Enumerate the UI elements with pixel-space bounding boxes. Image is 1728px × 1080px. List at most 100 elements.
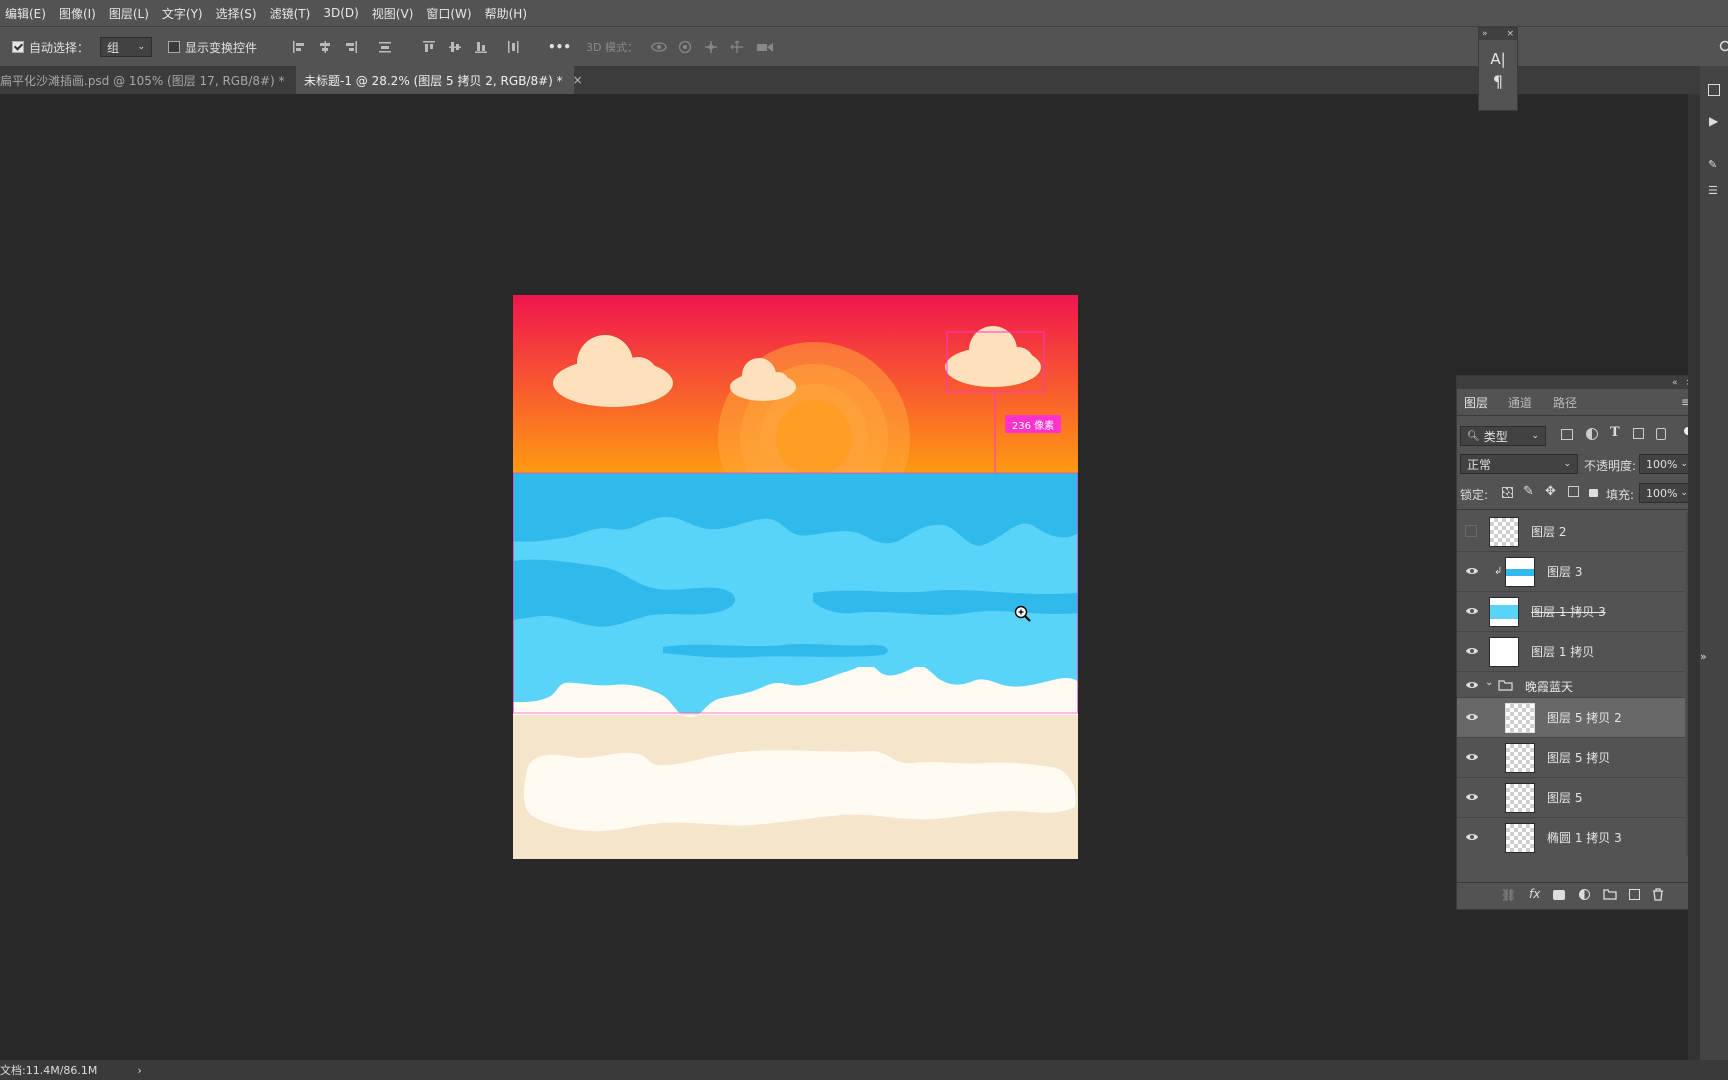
brush-settings-icon[interactable]: ✎ [1708, 158, 1717, 171]
filter-pixel-icon[interactable] [1561, 429, 1573, 440]
align-center-h-icon[interactable] [318, 40, 332, 54]
lock-transparent-icon[interactable] [1502, 487, 1513, 498]
align-right-icon[interactable] [344, 40, 358, 54]
filter-adjustment-icon[interactable] [1586, 428, 1598, 440]
tab-title: 扁平化沙滩插画.psd @ 105% (图层 17, RGB/8#) * [0, 73, 285, 88]
layer-thumbnail [1489, 517, 1519, 547]
layer-row[interactable]: 椭圆 1 拷贝 3 [1457, 818, 1685, 856]
menu-layer[interactable]: 图层(L) [104, 5, 154, 22]
status-bar: 文档:11.4M/86.1M › [0, 1060, 1728, 1080]
layer-thumbnail [1505, 703, 1535, 733]
tab-document-2-active[interactable]: 未标题-1 @ 28.2% (图层 5 拷贝 2, RGB/8#) * × [296, 66, 583, 94]
auto-select-dropdown[interactable]: 组 ⌄ [100, 37, 152, 57]
distribute-h-icon[interactable] [378, 40, 392, 54]
menu-edit[interactable]: 编辑(E) [0, 5, 51, 22]
menu-view[interactable]: 视图(V) [367, 5, 419, 22]
layer-group-row[interactable]: ⌄ 晚霞蓝天 [1457, 672, 1685, 698]
new-layer-icon[interactable] [1629, 889, 1640, 900]
delete-icon[interactable] [1652, 888, 1664, 901]
adjustment-layer-icon[interactable] [1579, 889, 1590, 900]
properties-icon[interactable]: ☰ [1708, 184, 1718, 197]
layer-row[interactable]: 图层 2 [1457, 512, 1685, 552]
character-panel-icon[interactable]: A| [1479, 50, 1517, 68]
zoom-cursor-icon [1014, 605, 1032, 623]
menu-filter[interactable]: 滤镜(T) [265, 5, 316, 22]
filter-smartobject-icon[interactable] [1656, 428, 1666, 440]
canvas-artboard[interactable]: 236 像素 [513, 295, 1078, 859]
tab-paths[interactable]: 路径 [1546, 389, 1584, 415]
chevron-down-icon[interactable]: ⌄ [1485, 677, 1493, 688]
eye-icon[interactable] [1465, 711, 1479, 723]
expand-panels-icon[interactable]: » [1700, 650, 1707, 663]
distance-readout: 236 像素 [1005, 415, 1061, 433]
layer-row[interactable]: 图层 1 拷贝 [1457, 632, 1685, 672]
eye-icon[interactable] [1465, 831, 1479, 843]
tab-document-1[interactable]: 扁平化沙滩插画.psd @ 105% (图层 17, RGB/8#) * × [0, 66, 305, 94]
align-bottom-icon[interactable] [474, 40, 488, 54]
menu-type[interactable]: 文字(Y) [157, 5, 208, 22]
canvas-vertical-scrollbar[interactable] [1688, 94, 1700, 1060]
filter-shape-icon[interactable] [1633, 428, 1644, 439]
close-icon[interactable]: × [1506, 29, 1514, 39]
tab-layers[interactable]: 图层 [1457, 389, 1496, 416]
more-options-button[interactable]: ••• [548, 27, 571, 67]
align-top-icon[interactable] [422, 40, 436, 54]
eye-icon[interactable] [1465, 565, 1479, 577]
roll-3d-icon[interactable] [678, 40, 692, 54]
eye-icon[interactable] [1465, 751, 1479, 763]
paragraph-panel-icon[interactable]: ¶ [1479, 72, 1517, 91]
orbit-3d-icon[interactable] [651, 40, 667, 54]
menu-3d[interactable]: 3D(D) [318, 6, 363, 20]
link-icon[interactable]: ⛓ [1501, 888, 1516, 902]
lock-move-icon[interactable]: ✥ [1545, 484, 1556, 499]
tab-channels[interactable]: 通道 [1501, 389, 1539, 415]
menu-help[interactable]: 帮助(H) [480, 5, 532, 22]
slide-3d-icon[interactable] [730, 40, 744, 54]
layer-filter-dropdown[interactable]: 🔍︎ 类型 ⌄ [1460, 426, 1546, 446]
play-icon[interactable]: ▶ [1709, 114, 1718, 128]
status-menu-arrow[interactable]: › [137, 1064, 141, 1077]
layer-row[interactable]: 图层 1 拷贝 3 [1457, 592, 1685, 632]
align-left-icon[interactable] [292, 40, 306, 54]
auto-select-label: 自动选择： [29, 40, 90, 55]
layer-row[interactable]: ↲ 图层 3 [1457, 552, 1685, 592]
align-middle-v-icon[interactable] [448, 40, 462, 54]
layer-row[interactable]: 图层 5 [1457, 778, 1685, 818]
pan-3d-icon[interactable] [704, 40, 718, 54]
panel-header[interactable]: «× [1457, 376, 1697, 389]
layer-row-selected[interactable]: 图层 5 拷贝 2 [1457, 698, 1685, 738]
layer-row[interactable]: 图层 5 拷贝 [1457, 738, 1685, 778]
menu-image[interactable]: 图像(I) [54, 5, 101, 22]
menu-window[interactable]: 窗口(W) [421, 5, 476, 22]
lock-artboard-icon[interactable] [1568, 486, 1579, 497]
blend-mode-dropdown[interactable]: 正常 ⌄ [1460, 454, 1578, 474]
eye-icon[interactable] [1465, 645, 1479, 657]
auto-select-checkbox[interactable]: 自动选择： [12, 27, 89, 67]
eye-icon[interactable] [1465, 605, 1479, 617]
camera-3d-icon[interactable] [756, 40, 774, 54]
distribute-v-icon[interactable] [506, 40, 520, 54]
fx-icon[interactable]: fx [1529, 887, 1540, 901]
history-icon[interactable] [1708, 84, 1720, 96]
panel-header[interactable]: » × [1479, 28, 1517, 40]
visibility-off-box[interactable] [1465, 525, 1477, 537]
layer-name: 图层 1 拷贝 3 [1531, 605, 1606, 619]
show-transform-checkbox[interactable]: 显示变换控件 [168, 27, 257, 67]
collapse-icon[interactable]: » [1482, 29, 1488, 39]
layer-name: 图层 5 [1547, 791, 1583, 805]
lock-paint-icon[interactable]: ✎ [1523, 484, 1534, 499]
lock-all-icon[interactable] [1589, 489, 1598, 497]
menu-select[interactable]: 选择(S) [211, 5, 262, 22]
close-icon[interactable]: × [573, 73, 583, 87]
collapse-icon[interactable]: « [1672, 378, 1678, 388]
filter-type-icon[interactable]: T [1610, 425, 1620, 440]
mask-icon[interactable] [1553, 890, 1565, 900]
checkbox-unchecked-icon [168, 41, 180, 53]
new-group-icon[interactable] [1603, 889, 1617, 900]
search-icon[interactable] [1718, 40, 1728, 54]
eye-icon[interactable] [1465, 791, 1479, 803]
opacity-input[interactable]: 100% ⌄ [1639, 454, 1695, 474]
eye-icon[interactable] [1465, 679, 1479, 691]
layer-name: 图层 2 [1531, 525, 1567, 539]
fill-input[interactable]: 100% ⌄ [1639, 483, 1695, 503]
